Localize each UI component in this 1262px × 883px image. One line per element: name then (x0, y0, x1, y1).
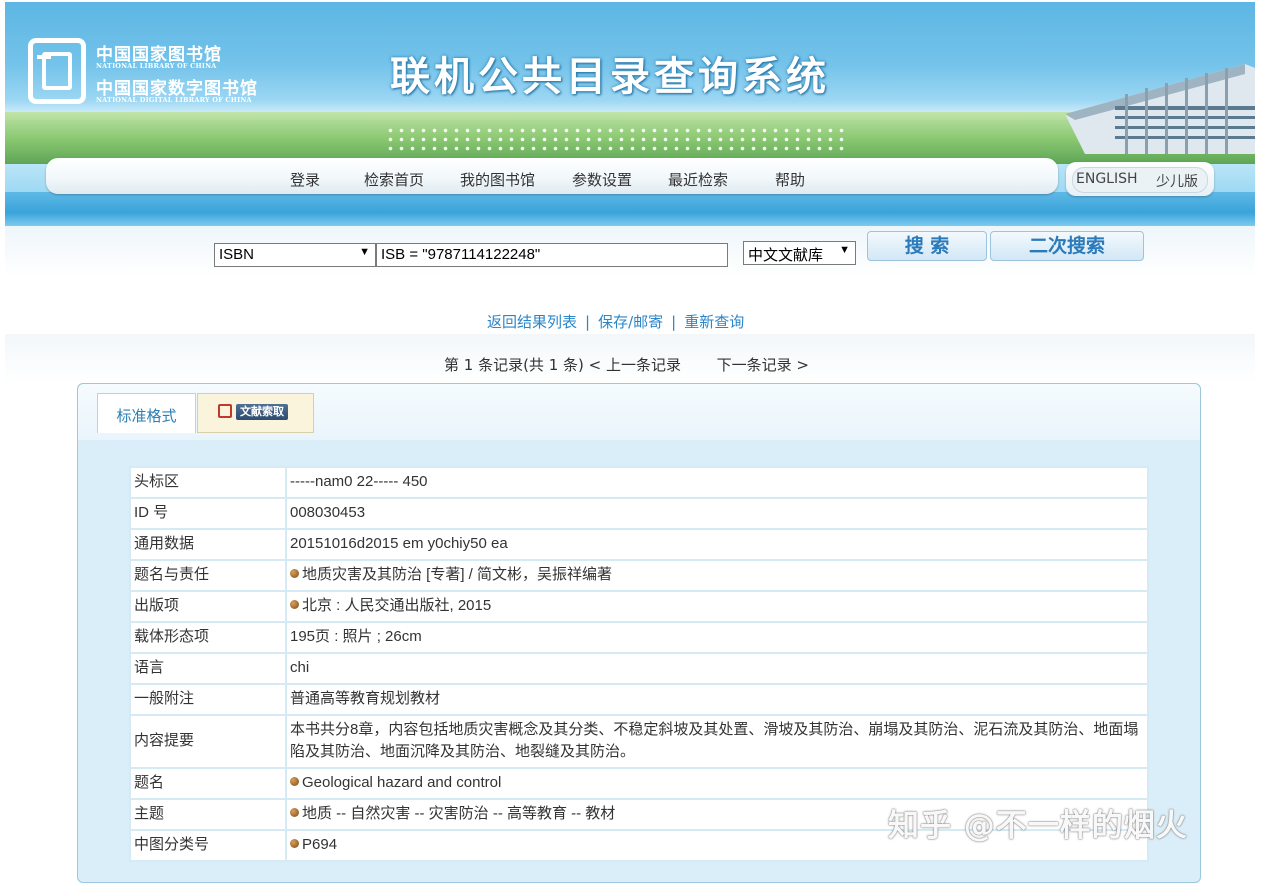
bullet-icon (290, 600, 299, 609)
watermark: 知乎 @不一样的烟火 (888, 808, 1188, 844)
banner-bottom-band (5, 192, 1255, 226)
table-row: 题名与责任 地质灾害及其防治 [专著] / 简文彬，吴振祥编著 (129, 559, 1149, 592)
bullet-icon (290, 839, 299, 848)
database-select[interactable]: 中文文献库 ▼ (743, 241, 856, 265)
field-value: 195页 : 照片 ; 26cm (285, 621, 1149, 654)
main-nav-bar (46, 158, 1058, 194)
field-label: ID 号 (129, 497, 287, 530)
field-value: 普通高等教育规划教材 (285, 683, 1149, 716)
tab-standard-format[interactable]: 标准格式 (97, 393, 196, 433)
field-label: 语言 (129, 652, 287, 685)
record-navigation: 第 1 条记录(共 1 条) < 上一条记录 下一条记录 > (444, 354, 809, 375)
field-value-text: chi (290, 659, 310, 676)
field-value-link[interactable]: 北京 : 人民交通出版社, 2015 (302, 597, 491, 614)
field-label: 题名 (129, 767, 287, 800)
field-value-text: -----nam0 22----- 450 (290, 473, 428, 490)
search-field-select[interactable]: ISBN ▼ (214, 243, 376, 267)
dropdown-arrow-icon: ▼ (359, 246, 370, 258)
prev-record-link[interactable]: < 上一条记录 (589, 356, 681, 374)
back-to-results-link[interactable]: 返回结果列表 (487, 313, 577, 331)
field-value-text: 195页 : 照片 ; 26cm (290, 628, 422, 645)
nav-login[interactable]: 登录 (290, 169, 320, 190)
table-row: 语言 chi (129, 652, 1149, 685)
nav-help[interactable]: 帮助 (775, 169, 805, 190)
field-label: 通用数据 (129, 528, 287, 561)
logo-name-en-2: NATIONAL DIGITAL LIBRARY OF CHINA (96, 96, 252, 104)
field-label: 主题 (129, 798, 287, 831)
field-value: 北京 : 人民交通出版社, 2015 (285, 590, 1149, 623)
field-label: 出版项 (129, 590, 287, 623)
table-row: 一般附注 普通高等教育规划教材 (129, 683, 1149, 716)
table-row: 头标区 -----nam0 22----- 450 (129, 466, 1149, 499)
save-email-link[interactable]: 保存/邮寄 (598, 313, 663, 331)
nav-search-home[interactable]: 检索首页 (364, 169, 424, 190)
field-value-link[interactable]: 地质灾害及其防治 [专著] / 简文彬，吴振祥编著 (302, 566, 612, 583)
bullet-icon (290, 808, 299, 817)
logo-name-en-1: NATIONAL LIBRARY OF CHINA (96, 62, 217, 70)
bullet-icon (290, 777, 299, 786)
field-value: 地质灾害及其防治 [专著] / 简文彬，吴振祥编著 (285, 559, 1149, 592)
field-value: 本书共分8章，内容包括地质灾害概念及其分类、不稳定斜坡及其处置、滑坡及其防治、崩… (285, 714, 1149, 769)
logo-bar (37, 55, 51, 59)
field-label: 题名与责任 (129, 559, 287, 592)
field-value: Geological hazard and control (285, 767, 1149, 800)
field-value: 008030453 (285, 497, 1149, 530)
table-row: 内容提要 本书共分8章，内容包括地质灾害概念及其分类、不稳定斜坡及其处置、滑坡及其… (129, 714, 1149, 769)
library-building-illustration (1065, 64, 1255, 154)
database-value: 中文文献库 (748, 247, 824, 264)
field-label: 中图分类号 (129, 829, 287, 862)
field-value-text: 20151016d2015 em y0chiy50 ea (290, 535, 508, 552)
table-row: 载体形态项 195页 : 照片 ; 26cm (129, 621, 1149, 654)
field-value-text: 本书共分8章，内容包括地质灾害概念及其分类、不稳定斜坡及其处置、滑坡及其防治、崩… (290, 721, 1139, 760)
system-title: 联机公共目录查询系统 (390, 53, 830, 100)
field-value-text: 普通高等教育规划教材 (290, 690, 441, 707)
record-status: 第 1 条记录(共 1 条) (444, 356, 584, 374)
library-seal-icon (218, 404, 232, 418)
new-query-link[interactable]: 重新查询 (684, 313, 744, 331)
field-value: 20151016d2015 em y0chiy50 ea (285, 528, 1149, 561)
field-label: 头标区 (129, 466, 287, 499)
nav-recent-searches[interactable]: 最近检索 (668, 169, 728, 190)
field-label: 载体形态项 (129, 621, 287, 654)
banner-dots-decoration (385, 126, 845, 154)
record-actions: 返回结果列表 | 保存/邮寄 | 重新查询 (487, 311, 744, 332)
tab-document-request[interactable]: 文献索取 (197, 393, 314, 433)
field-value: chi (285, 652, 1149, 685)
english-link[interactable]: ENGLISH (1076, 171, 1138, 187)
field-label: 一般附注 (129, 683, 287, 716)
kids-version-link[interactable]: 少儿版 (1156, 171, 1198, 191)
table-row: 通用数据 20151016d2015 em y0chiy50 ea (129, 528, 1149, 561)
nav-my-library[interactable]: 我的图书馆 (460, 169, 535, 190)
link-separator: | (671, 313, 677, 331)
bullet-icon (290, 569, 299, 578)
search-field-value: ISBN (219, 246, 255, 263)
field-label: 内容提要 (129, 714, 287, 769)
library-logo-icon (28, 38, 86, 104)
nav-preferences[interactable]: 参数设置 (572, 169, 632, 190)
next-record-link[interactable]: 下一条记录 > (717, 356, 809, 374)
field-value-text: 008030453 (290, 504, 366, 521)
table-row: 题名 Geological hazard and control (129, 767, 1149, 800)
table-row: ID 号 008030453 (129, 497, 1149, 530)
document-request-label: 文献索取 (236, 404, 288, 420)
dropdown-arrow-icon: ▼ (839, 244, 850, 256)
link-separator: | (585, 313, 591, 331)
refine-search-button[interactable]: 二次搜索 (990, 231, 1144, 261)
search-query-value: ISB = "9787114122248" (381, 246, 541, 263)
search-query-input[interactable]: ISB = "9787114122248" (376, 243, 728, 267)
field-value: -----nam0 22----- 450 (285, 466, 1149, 499)
field-value-link[interactable]: Geological hazard and control (302, 774, 501, 791)
field-value-link[interactable]: 地质 -- 自然灾害 -- 灾害防治 -- 高等教育 -- 教材 (302, 805, 615, 822)
field-value-link[interactable]: P694 (302, 836, 337, 853)
table-row: 出版项 北京 : 人民交通出版社, 2015 (129, 590, 1149, 623)
search-button[interactable]: 搜 索 (867, 231, 987, 261)
